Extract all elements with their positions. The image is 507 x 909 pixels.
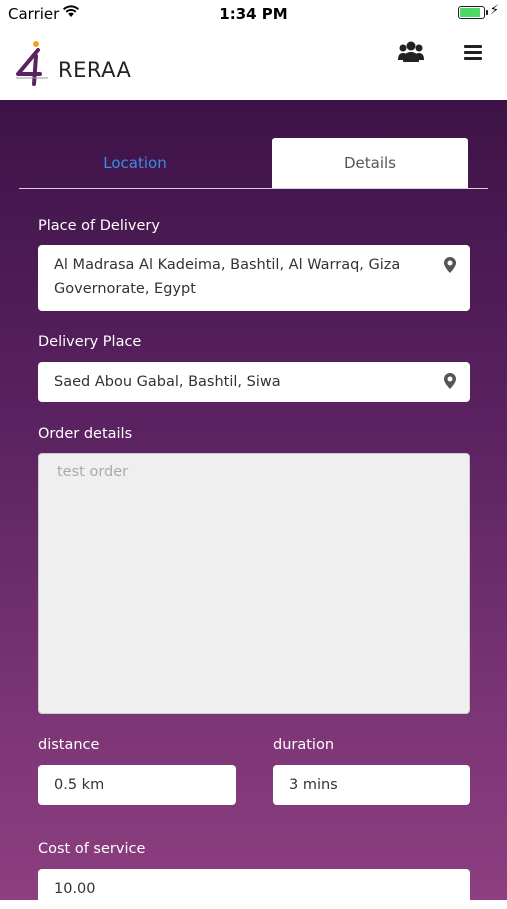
place-of-delivery-label: Place of Delivery bbox=[38, 218, 160, 234]
duration-field[interactable]: 3 mins bbox=[273, 765, 470, 805]
status-bar: Carrier 1:34 PM ⚡ bbox=[0, 0, 507, 28]
order-details-placeholder: test order bbox=[57, 464, 129, 480]
cost-of-service-label: Cost of service bbox=[38, 841, 146, 857]
location-pin-icon[interactable] bbox=[444, 373, 456, 393]
delivery-place-value: Saed Abou Gabal, Bashtil, Siwa bbox=[54, 374, 281, 390]
logo-mark-icon bbox=[16, 41, 48, 86]
place-of-delivery-field[interactable]: Al Madrasa Al Kadeima, Bashtil, Al Warra… bbox=[38, 245, 470, 311]
order-form: Location Details Place of Delivery Al Ma… bbox=[0, 100, 507, 909]
delivery-place-field[interactable]: Saed Abou Gabal, Bashtil, Siwa bbox=[38, 362, 470, 402]
distance-value: 0.5 km bbox=[54, 777, 105, 793]
battery-icon bbox=[458, 6, 488, 19]
status-time: 1:34 PM bbox=[219, 5, 288, 23]
order-details-label: Order details bbox=[38, 426, 133, 442]
order-details-textarea[interactable]: test order bbox=[38, 453, 470, 714]
place-of-delivery-value: Al Madrasa Al Kadeima, Bashtil, Al Warra… bbox=[54, 257, 401, 297]
users-icon[interactable] bbox=[398, 40, 424, 68]
tab-bar: Location Details bbox=[19, 138, 488, 189]
tab-location[interactable]: Location bbox=[19, 138, 251, 188]
app-header: RERAA bbox=[0, 28, 507, 100]
delivery-place-label: Delivery Place bbox=[38, 334, 142, 350]
distance-label: distance bbox=[38, 737, 100, 753]
brand-name: RERAA bbox=[58, 58, 132, 82]
distance-field[interactable]: 0.5 km bbox=[38, 765, 236, 805]
duration-label: duration bbox=[273, 737, 335, 753]
tab-details[interactable]: Details bbox=[272, 138, 468, 188]
cost-of-service-value: 10.00 bbox=[54, 881, 96, 897]
location-pin-icon[interactable] bbox=[444, 257, 456, 277]
duration-value: 3 mins bbox=[289, 777, 338, 793]
charging-icon: ⚡ bbox=[489, 3, 499, 18]
cost-of-service-field[interactable]: 10.00 bbox=[38, 869, 470, 909]
menu-icon[interactable] bbox=[462, 42, 484, 66]
